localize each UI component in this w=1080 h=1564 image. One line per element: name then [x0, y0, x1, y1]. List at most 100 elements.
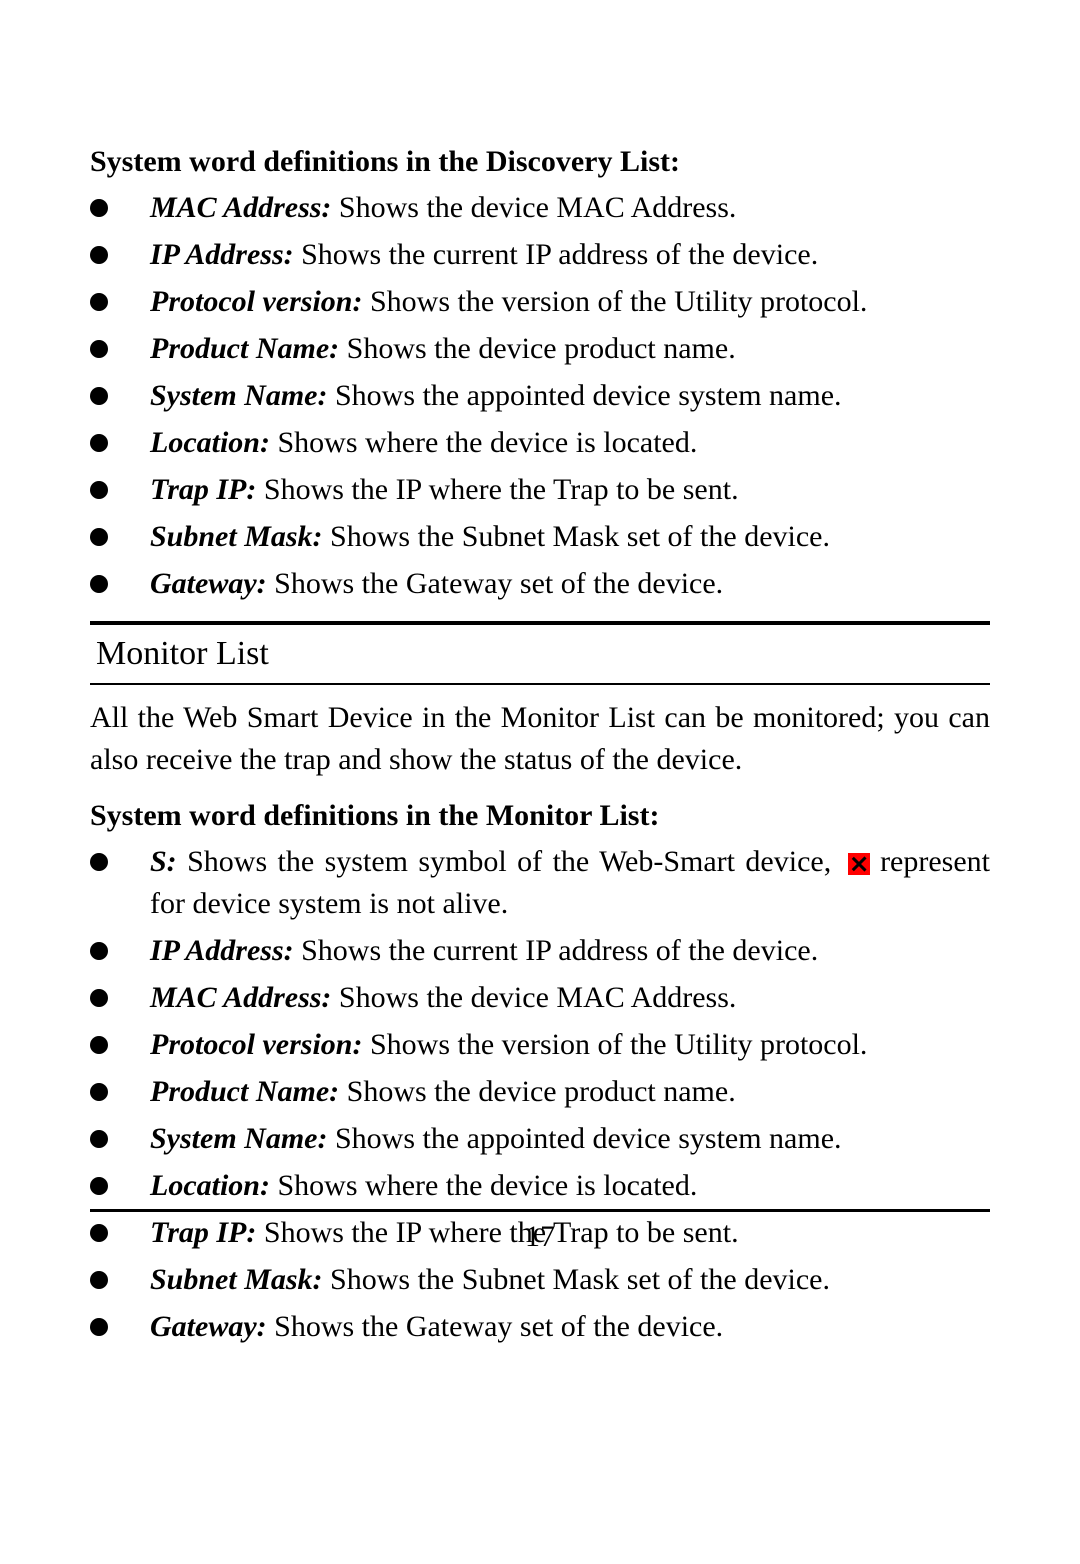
- discovery-list-title: System word definitions in the Discovery…: [90, 145, 990, 179]
- desc: Shows the version of the Utility protoco…: [362, 1028, 867, 1061]
- desc: Shows the current IP address of the devi…: [294, 238, 819, 271]
- list-item-text: MAC Address: Shows the device MAC Addres…: [150, 977, 990, 1019]
- list-item-text: Protocol version: Shows the version of t…: [150, 281, 990, 323]
- term: MAC Address:: [150, 191, 331, 224]
- term: S:: [150, 845, 177, 878]
- desc: Shows the device product name.: [339, 332, 736, 365]
- term: IP Address:: [150, 238, 294, 271]
- list-item-text: MAC Address: Shows the device MAC Addres…: [150, 187, 990, 229]
- list-item: Product Name: Shows the device product n…: [90, 328, 990, 370]
- list-item: Location: Shows where the device is loca…: [90, 422, 990, 464]
- list-item: Trap IP: Shows the IP where the Trap to …: [90, 469, 990, 511]
- bullet-icon: [90, 1271, 108, 1289]
- bullet-icon: [90, 434, 108, 452]
- term: Location:: [150, 1169, 270, 1202]
- bullet-icon: [90, 340, 108, 358]
- bullet-icon: [90, 942, 108, 960]
- list-item-text: Location: Shows where the device is loca…: [150, 422, 990, 464]
- desc: Shows the appointed device system name.: [327, 379, 841, 412]
- term: Product Name:: [150, 332, 339, 365]
- term: Subnet Mask:: [150, 520, 323, 553]
- bullet-icon: [90, 246, 108, 264]
- list-item: Gateway: Shows the Gateway set of the de…: [90, 1306, 990, 1348]
- list-item: System Name: Shows the appointed device …: [90, 1118, 990, 1160]
- list-item: System Name: Shows the appointed device …: [90, 375, 990, 417]
- list-item-text: Subnet Mask: Shows the Subnet Mask set o…: [150, 516, 990, 558]
- desc: Shows the device MAC Address.: [331, 981, 736, 1014]
- footer-line: [90, 1209, 990, 1212]
- term: MAC Address:: [150, 981, 331, 1014]
- list-item: MAC Address: Shows the device MAC Addres…: [90, 977, 990, 1019]
- term: Location:: [150, 426, 270, 459]
- desc-before: Shows the system symbol of the Web-Smart…: [177, 845, 842, 878]
- list-item-text: Product Name: Shows the device product n…: [150, 328, 990, 370]
- term: System Name:: [150, 1122, 327, 1155]
- term: Trap IP:: [150, 473, 256, 506]
- desc: Shows the version of the Utility protoco…: [362, 285, 867, 318]
- bullet-icon: [90, 481, 108, 499]
- list-item: Location: Shows where the device is loca…: [90, 1165, 990, 1207]
- term: Protocol version:: [150, 285, 362, 318]
- desc: Shows the current IP address of the devi…: [294, 934, 819, 967]
- list-item-text: Product Name: Shows the device product n…: [150, 1071, 990, 1113]
- term: Protocol version:: [150, 1028, 362, 1061]
- bullet-icon: [90, 1177, 108, 1195]
- list-item-text: Trap IP: Shows the IP where the Trap to …: [150, 469, 990, 511]
- desc: Shows the IP where the Trap to be sent.: [256, 473, 738, 506]
- term: Gateway:: [150, 1310, 267, 1343]
- monitor-list-heading: Monitor List: [90, 635, 990, 673]
- desc: Shows the Subnet Mask set of the device.: [323, 1263, 830, 1296]
- bullet-icon: [90, 575, 108, 593]
- bullet-icon: [90, 199, 108, 217]
- list-item: Subnet Mask: Shows the Subnet Mask set o…: [90, 1259, 990, 1301]
- term: IP Address:: [150, 934, 294, 967]
- list-item: IP Address: Shows the current IP address…: [90, 234, 990, 276]
- page-footer: 17: [90, 1209, 990, 1254]
- bullet-icon: [90, 1318, 108, 1336]
- list-item-text: Gateway: Shows the Gateway set of the de…: [150, 563, 990, 605]
- bullet-icon: [90, 528, 108, 546]
- desc: Shows the device product name.: [339, 1075, 736, 1108]
- list-item: MAC Address: Shows the device MAC Addres…: [90, 187, 990, 229]
- list-item-text: S: Shows the system symbol of the Web-Sm…: [150, 841, 990, 925]
- list-item-text: IP Address: Shows the current IP address…: [150, 930, 990, 972]
- desc: Shows the device MAC Address.: [331, 191, 736, 224]
- monitor-list-title: System word definitions in the Monitor L…: [90, 799, 990, 833]
- page-number: 17: [90, 1220, 990, 1254]
- list-item-text: Subnet Mask: Shows the Subnet Mask set o…: [150, 1259, 990, 1301]
- x-icon: [848, 853, 870, 875]
- desc: Shows the Subnet Mask set of the device.: [323, 520, 830, 553]
- list-item: Protocol version: Shows the version of t…: [90, 1024, 990, 1066]
- list-item: S: Shows the system symbol of the Web-Sm…: [90, 841, 990, 925]
- list-item: Product Name: Shows the device product n…: [90, 1071, 990, 1113]
- desc: Shows where the device is located.: [270, 426, 697, 459]
- desc: Shows the Gateway set of the device.: [267, 1310, 724, 1343]
- monitor-list-intro: All the Web Smart Device in the Monitor …: [90, 697, 990, 781]
- list-item-text: IP Address: Shows the current IP address…: [150, 234, 990, 276]
- bullet-icon: [90, 293, 108, 311]
- bullet-icon: [90, 989, 108, 1007]
- term: System Name:: [150, 379, 327, 412]
- term: Product Name:: [150, 1075, 339, 1108]
- list-item: IP Address: Shows the current IP address…: [90, 930, 990, 972]
- bullet-icon: [90, 387, 108, 405]
- bullet-icon: [90, 1130, 108, 1148]
- list-item-text: Protocol version: Shows the version of t…: [150, 1024, 990, 1066]
- term: Gateway:: [150, 567, 267, 600]
- discovery-list: MAC Address: Shows the device MAC Addres…: [90, 187, 990, 605]
- bullet-icon: [90, 853, 108, 871]
- list-item: Subnet Mask: Shows the Subnet Mask set o…: [90, 516, 990, 558]
- bullet-icon: [90, 1036, 108, 1054]
- list-item: Protocol version: Shows the version of t…: [90, 281, 990, 323]
- list-item-text: Gateway: Shows the Gateway set of the de…: [150, 1306, 990, 1348]
- term: Subnet Mask:: [150, 1263, 323, 1296]
- page-content: System word definitions in the Discovery…: [90, 145, 990, 1348]
- desc: Shows the Gateway set of the device.: [267, 567, 724, 600]
- monitor-list: S: Shows the system symbol of the Web-Sm…: [90, 841, 990, 1348]
- list-item: Gateway: Shows the Gateway set of the de…: [90, 563, 990, 605]
- list-item-text: System Name: Shows the appointed device …: [150, 1118, 990, 1160]
- list-item-text: System Name: Shows the appointed device …: [150, 375, 990, 417]
- bullet-icon: [90, 1083, 108, 1101]
- desc: Shows where the device is located.: [270, 1169, 697, 1202]
- list-item-text: Location: Shows where the device is loca…: [150, 1165, 990, 1207]
